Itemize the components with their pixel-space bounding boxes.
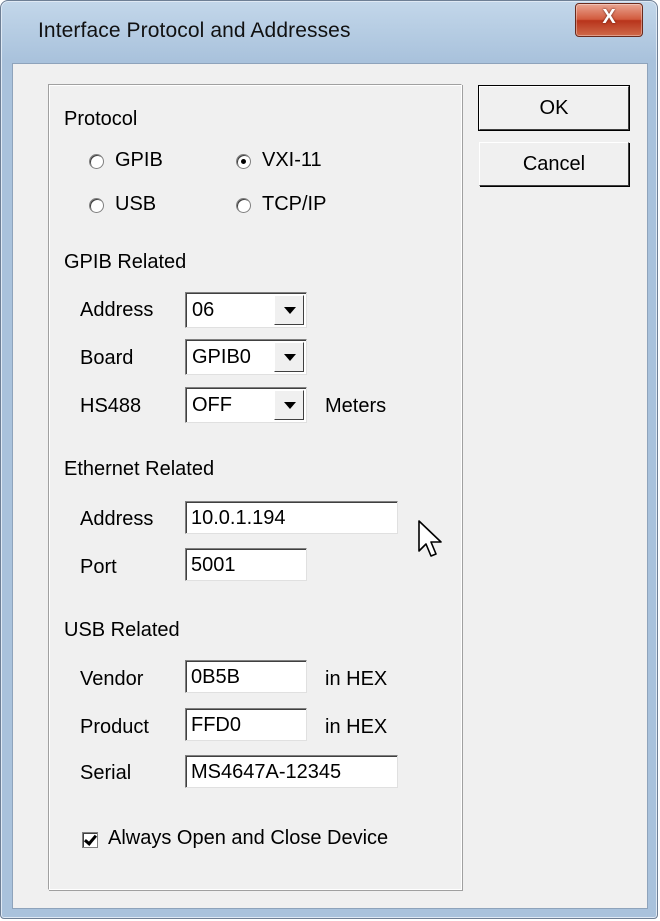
radio-tcpip-label[interactable]: TCP/IP [262,193,326,216]
usb-product-label: Product [80,716,149,738]
usb-serial-label: Serial [80,762,132,784]
chevron-down-icon[interactable] [274,295,304,325]
gpib-board-value: GPIB0 [192,346,251,368]
ethernet-port-label: Port [80,556,117,578]
ethernet-address-label: Address [80,508,154,530]
window-title: Interface Protocol and Addresses [38,19,351,42]
hs488-label: HS488 [80,395,142,417]
close-button[interactable]: X [575,3,643,37]
radio-gpib[interactable] [89,154,104,169]
cancel-button[interactable]: Cancel [479,142,629,186]
usb-product-field[interactable]: FFD0 [185,708,307,741]
usb-vendor-suffix: in HEX [325,668,388,690]
gpib-address-select[interactable]: 06 [185,292,307,328]
radio-vxi11[interactable] [236,154,251,169]
ethernet-heading: Ethernet Related [64,458,215,480]
protocol-heading: Protocol [64,108,138,130]
hs488-select[interactable]: OFF [185,387,307,423]
usb-serial-field[interactable]: MS4647A-12345 [185,755,398,788]
chevron-down-icon[interactable] [274,390,304,420]
ethernet-port-field[interactable]: 5001 [185,548,307,581]
gpib-heading: GPIB Related [64,251,187,273]
hs488-unit-label: Meters [325,395,387,417]
dialog-client-area: Protocol GPIB VXI-11 USB TCP/IP GPIB Rel… [12,63,648,909]
usb-product-suffix: in HEX [325,716,388,738]
gpib-board-label: Board [80,347,134,369]
radio-gpib-label[interactable]: GPIB [115,149,163,172]
close-icon: X [602,6,616,28]
hs488-value: OFF [192,394,232,416]
ok-button[interactable]: OK [478,85,630,131]
gpib-address-label: Address [80,299,154,321]
dialog-window: Interface Protocol and Addresses X Proto… [0,0,658,919]
settings-group-panel: Protocol GPIB VXI-11 USB TCP/IP GPIB Rel… [48,84,462,890]
radio-usb-label[interactable]: USB [115,193,156,216]
chevron-down-icon[interactable] [274,342,304,372]
title-bar[interactable]: Interface Protocol and Addresses X [1,1,657,63]
always-open-label[interactable]: Always Open and Close Device [108,827,388,850]
radio-tcpip[interactable] [236,198,251,213]
gpib-board-select[interactable]: GPIB0 [185,339,307,375]
radio-usb[interactable] [89,198,104,213]
gpib-address-value: 06 [192,299,215,321]
usb-heading: USB Related [64,619,180,641]
mouse-cursor-icon [418,520,442,557]
usb-vendor-label: Vendor [80,668,144,690]
usb-vendor-field[interactable]: 0B5B [185,660,307,693]
ethernet-address-field[interactable]: 10.0.1.194 [185,501,398,534]
always-open-checkbox[interactable] [82,832,98,848]
radio-vxi11-label[interactable]: VXI-11 [262,149,322,172]
